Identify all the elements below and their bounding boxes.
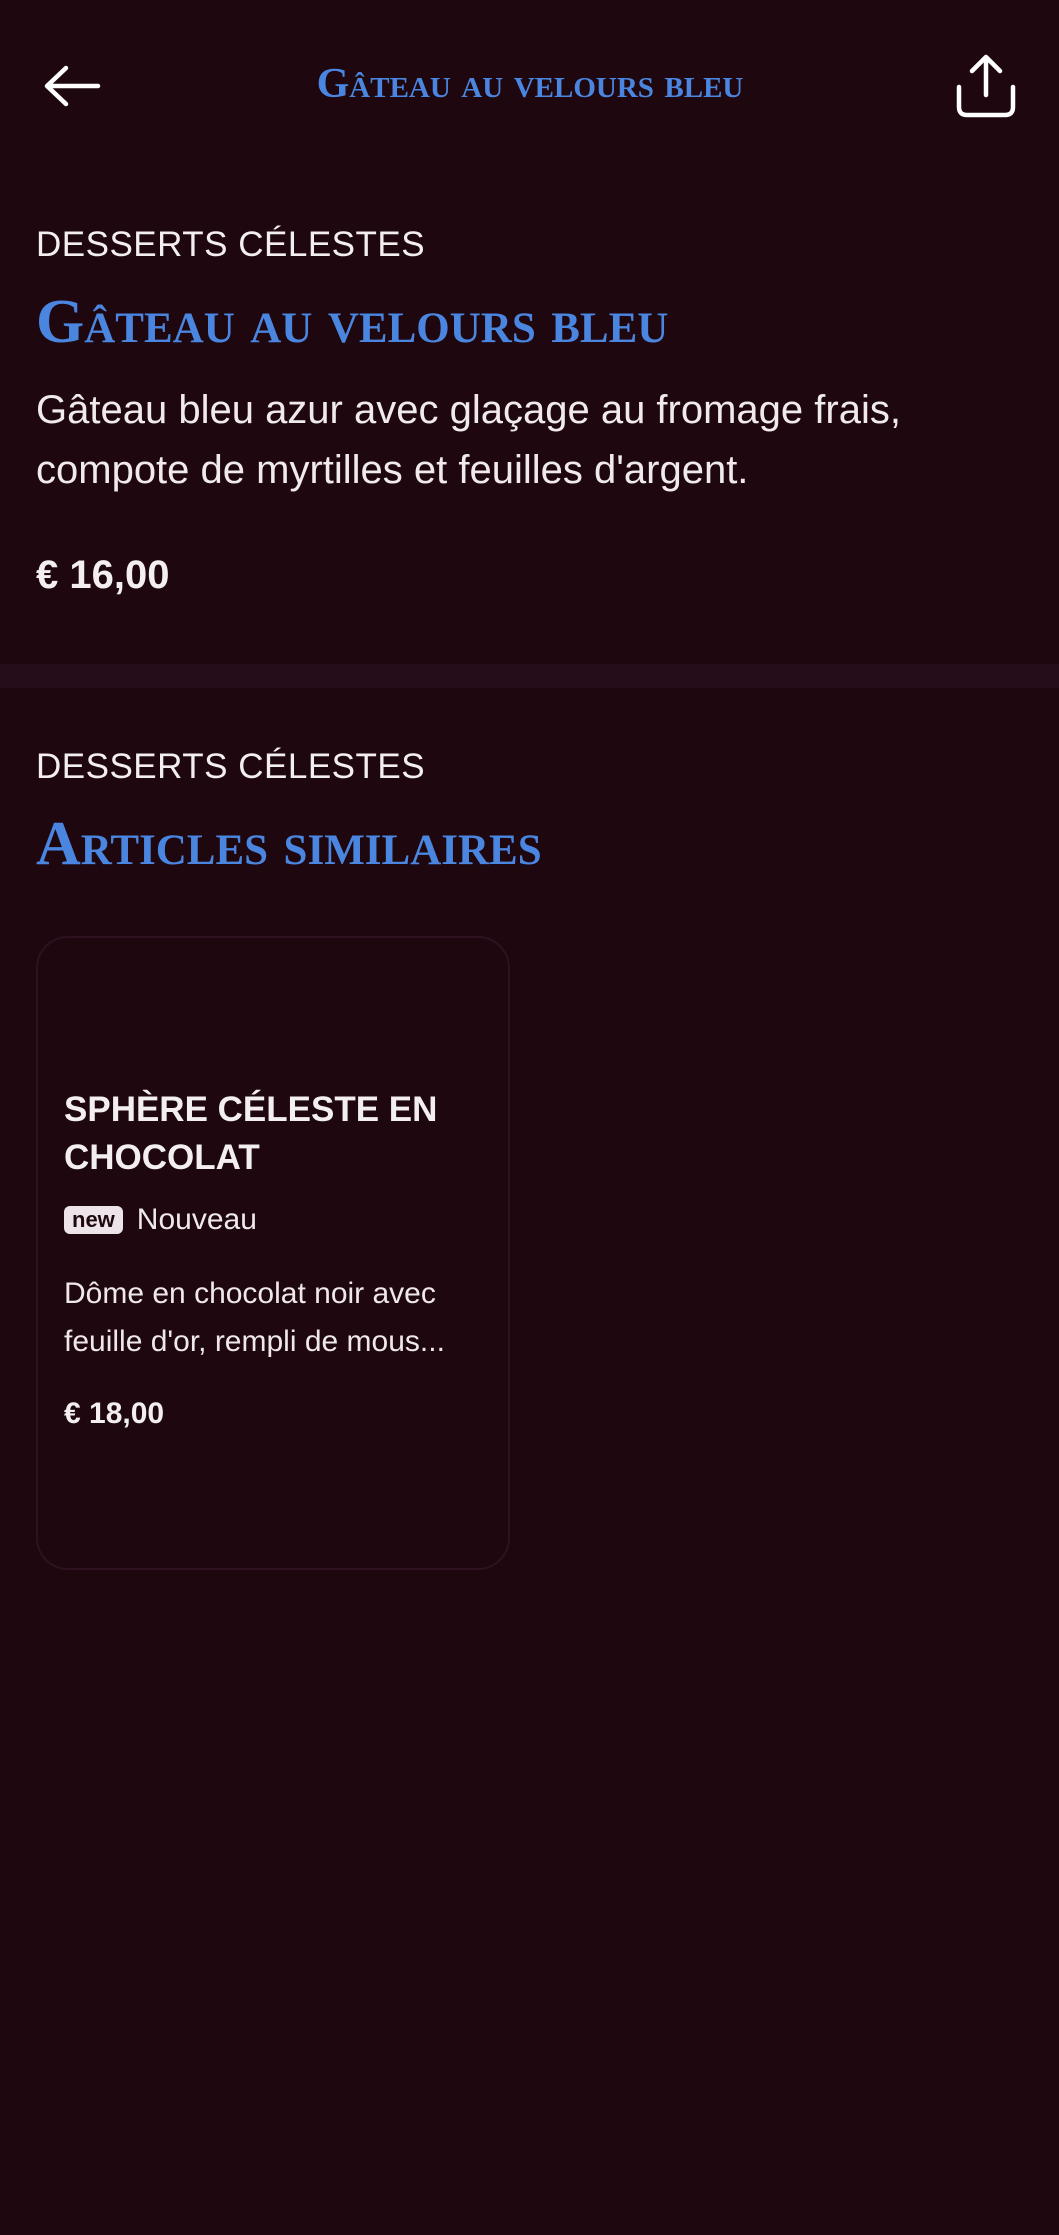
section-divider (0, 664, 1059, 688)
related-category: DESSERTS CÉLESTES (36, 747, 426, 786)
related-item-description: Dôme en chocolat noir avec feuille d'or,… (64, 1277, 445, 1358)
product-price: € 16,00 (36, 553, 170, 597)
share-button[interactable] (948, 48, 1024, 124)
arrow-left-icon (44, 65, 101, 107)
app-header: Gâteau au velours bleu (0, 0, 1059, 170)
related-item-badge-row: new Nouveau (64, 1200, 482, 1240)
product-category: DESSERTS CÉLESTES (36, 225, 426, 264)
related-item-price: € 18,00 (64, 1397, 165, 1430)
related-item-name: SPHÈRE CÉLESTE EN CHOCOLAT (64, 1090, 438, 1177)
new-badge: new (64, 1206, 123, 1234)
related-title: Articles similaires (36, 810, 542, 878)
product-details: DESSERTS CÉLESTES Gâteau au velours bleu… (36, 222, 1026, 602)
back-button[interactable] (36, 50, 108, 122)
share-icon (956, 54, 1016, 118)
related-item-card[interactable]: SPHÈRE CÉLESTE EN CHOCOLAT new Nouveau D… (36, 936, 510, 1570)
related-section: DESSERTS CÉLESTES Articles similaires (36, 744, 1026, 882)
product-description: Gâteau bleu azur avec glaçage au fromage… (36, 388, 901, 492)
product-name: Gâteau au velours bleu (36, 288, 669, 356)
new-badge-label: Nouveau (136, 1203, 257, 1236)
header-title: Gâteau au velours bleu (316, 61, 744, 107)
